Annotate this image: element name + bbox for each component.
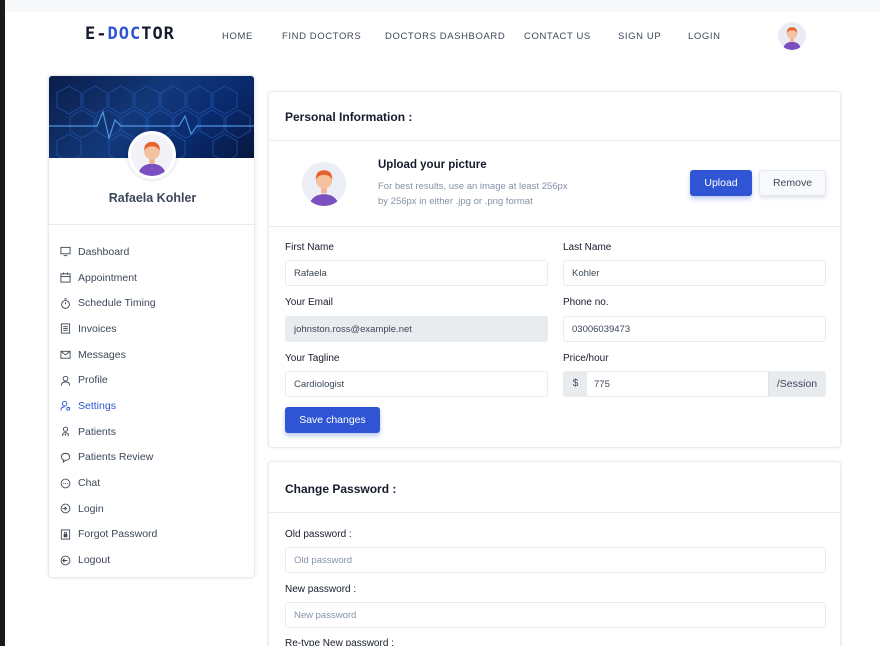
- sidebar-item-login[interactable]: Login: [60, 496, 157, 522]
- chat-bubble-icon: [60, 452, 71, 463]
- sidebar-item-settings[interactable]: Settings: [60, 393, 157, 419]
- logout-icon: [60, 555, 71, 565]
- sidebar-item-label: Logout: [78, 554, 111, 567]
- card-divider: [269, 226, 840, 227]
- card-title: Personal Information :: [285, 110, 413, 124]
- user-icon: [60, 375, 71, 386]
- timer-icon: [61, 298, 70, 309]
- profile-avatar: [128, 131, 176, 179]
- person-avatar-icon: [310, 170, 338, 206]
- retype-password-label: Re-type New password :: [285, 638, 394, 646]
- sidebar-item-label: Chat: [78, 477, 101, 490]
- mail-icon: [60, 350, 71, 359]
- nav-login[interactable]: LOGIN: [688, 31, 721, 42]
- sidebar-item-label: Profile: [78, 374, 108, 387]
- sidebar-item-patients[interactable]: Patients: [60, 419, 157, 445]
- profile-sidebar: Rafaela Kohler Dashboard Appointment Sch…: [48, 75, 255, 578]
- site-header: E-DOCTOR HOME FIND DOCTORS DOCTORS DASHB…: [5, 12, 880, 62]
- phone-label: Phone no.: [563, 297, 609, 308]
- sidebar-divider: [49, 224, 254, 225]
- window-edge: [0, 0, 5, 646]
- sidebar-item-appointment[interactable]: Appointment: [60, 265, 157, 291]
- sidebar-item-label: Settings: [78, 399, 116, 412]
- sidebar-item-chat[interactable]: Chat: [60, 470, 157, 496]
- phone-input[interactable]: [563, 316, 826, 342]
- first-name-input[interactable]: [285, 260, 548, 286]
- save-changes-button[interactable]: Save changes: [285, 407, 380, 433]
- nav-contact-us[interactable]: CONTACT US: [524, 31, 591, 42]
- new-password-label: New password :: [285, 584, 357, 595]
- invoice-icon: [60, 323, 71, 334]
- sidebar-item-label: Messages: [78, 348, 126, 361]
- person-avatar-icon: [138, 141, 166, 176]
- profile-name: Rafaela Kohler: [108, 191, 197, 205]
- person-avatar-icon: [783, 27, 801, 50]
- nav-sign-up[interactable]: SIGN UP: [618, 31, 661, 42]
- email-input[interactable]: [285, 316, 548, 342]
- monitor-icon: [60, 247, 71, 257]
- logo-suffix: TOR: [141, 24, 175, 44]
- new-password-input[interactable]: [285, 602, 826, 628]
- upload-button[interactable]: Upload: [690, 170, 752, 196]
- sidebar-item-label: Forgot Password: [78, 528, 158, 541]
- last-name-input[interactable]: [563, 260, 826, 286]
- top-strip: [5, 0, 880, 12]
- chat-circle-icon: [60, 478, 71, 488]
- personal-information-card: Personal Information : Upload your pictu…: [268, 91, 841, 448]
- last-name-label: Last Name: [563, 242, 612, 253]
- upload-title: Upload your picture: [378, 159, 487, 171]
- tagline-label: Your Tagline: [285, 353, 340, 364]
- sidebar-item-dashboard[interactable]: Dashboard: [60, 239, 157, 265]
- card-divider: [269, 140, 840, 141]
- sidebar-item-forgot-password[interactable]: Forgot Password: [60, 522, 157, 548]
- nav-doctors-dashboard[interactable]: DOCTORS DASHBOARD: [385, 31, 505, 42]
- sidebar-item-label: Patients: [78, 425, 116, 438]
- site-logo[interactable]: E-DOCTOR: [85, 24, 175, 44]
- session-addon: /Session: [768, 372, 825, 396]
- logo-prefix: E-: [85, 24, 108, 44]
- nav-find-doctors[interactable]: FIND DOCTORS: [282, 31, 361, 42]
- sidebar-item-schedule-timing[interactable]: Schedule Timing: [60, 290, 157, 316]
- logo-accent: DOC: [107, 24, 142, 44]
- sidebar-item-label: Invoices: [78, 322, 117, 335]
- tagline-input[interactable]: [285, 371, 548, 397]
- currency-addon: $: [564, 372, 587, 396]
- user-avatar[interactable]: [778, 22, 806, 50]
- remove-button[interactable]: Remove: [759, 170, 826, 196]
- card-divider: [269, 512, 840, 513]
- sidebar-menu: Dashboard Appointment Schedule Timing In…: [60, 239, 157, 573]
- user-settings-icon: [60, 401, 71, 412]
- nav-home[interactable]: HOME: [222, 31, 253, 42]
- sidebar-item-label: Dashboard: [78, 245, 130, 258]
- login-icon: [60, 503, 71, 514]
- price-input[interactable]: [587, 372, 768, 396]
- card-title: Change Password :: [285, 482, 397, 496]
- sidebar-item-label: Patients Review: [78, 451, 154, 464]
- sidebar-item-logout[interactable]: Logout: [60, 547, 157, 573]
- price-input-group: $ /Session: [563, 371, 826, 397]
- upload-hint-line-1: For best results, use an image at least …: [378, 181, 568, 192]
- sidebar-item-patients-review[interactable]: Patients Review: [60, 445, 157, 471]
- stethoscope-icon: [62, 426, 69, 437]
- calendar-icon: [60, 272, 71, 283]
- first-name-label: First Name: [285, 242, 334, 253]
- old-password-label: Old password :: [285, 529, 352, 540]
- old-password-input[interactable]: [285, 547, 826, 573]
- sidebar-item-messages[interactable]: Messages: [60, 342, 157, 368]
- upload-avatar-preview: [302, 162, 346, 206]
- sidebar-item-label: Login: [78, 502, 104, 515]
- sidebar-item-label: Schedule Timing: [78, 297, 156, 310]
- upload-hint-line-2: by 256px in either .jpg or .png format: [378, 196, 533, 207]
- email-label: Your Email: [285, 297, 333, 308]
- change-password-card: Change Password : Old password : New pas…: [268, 461, 841, 646]
- price-label: Price/hour: [563, 353, 609, 364]
- sidebar-item-label: Appointment: [78, 271, 137, 284]
- sidebar-item-profile[interactable]: Profile: [60, 367, 157, 393]
- sidebar-item-invoices[interactable]: Invoices: [60, 316, 157, 342]
- lock-file-icon: [60, 529, 71, 540]
